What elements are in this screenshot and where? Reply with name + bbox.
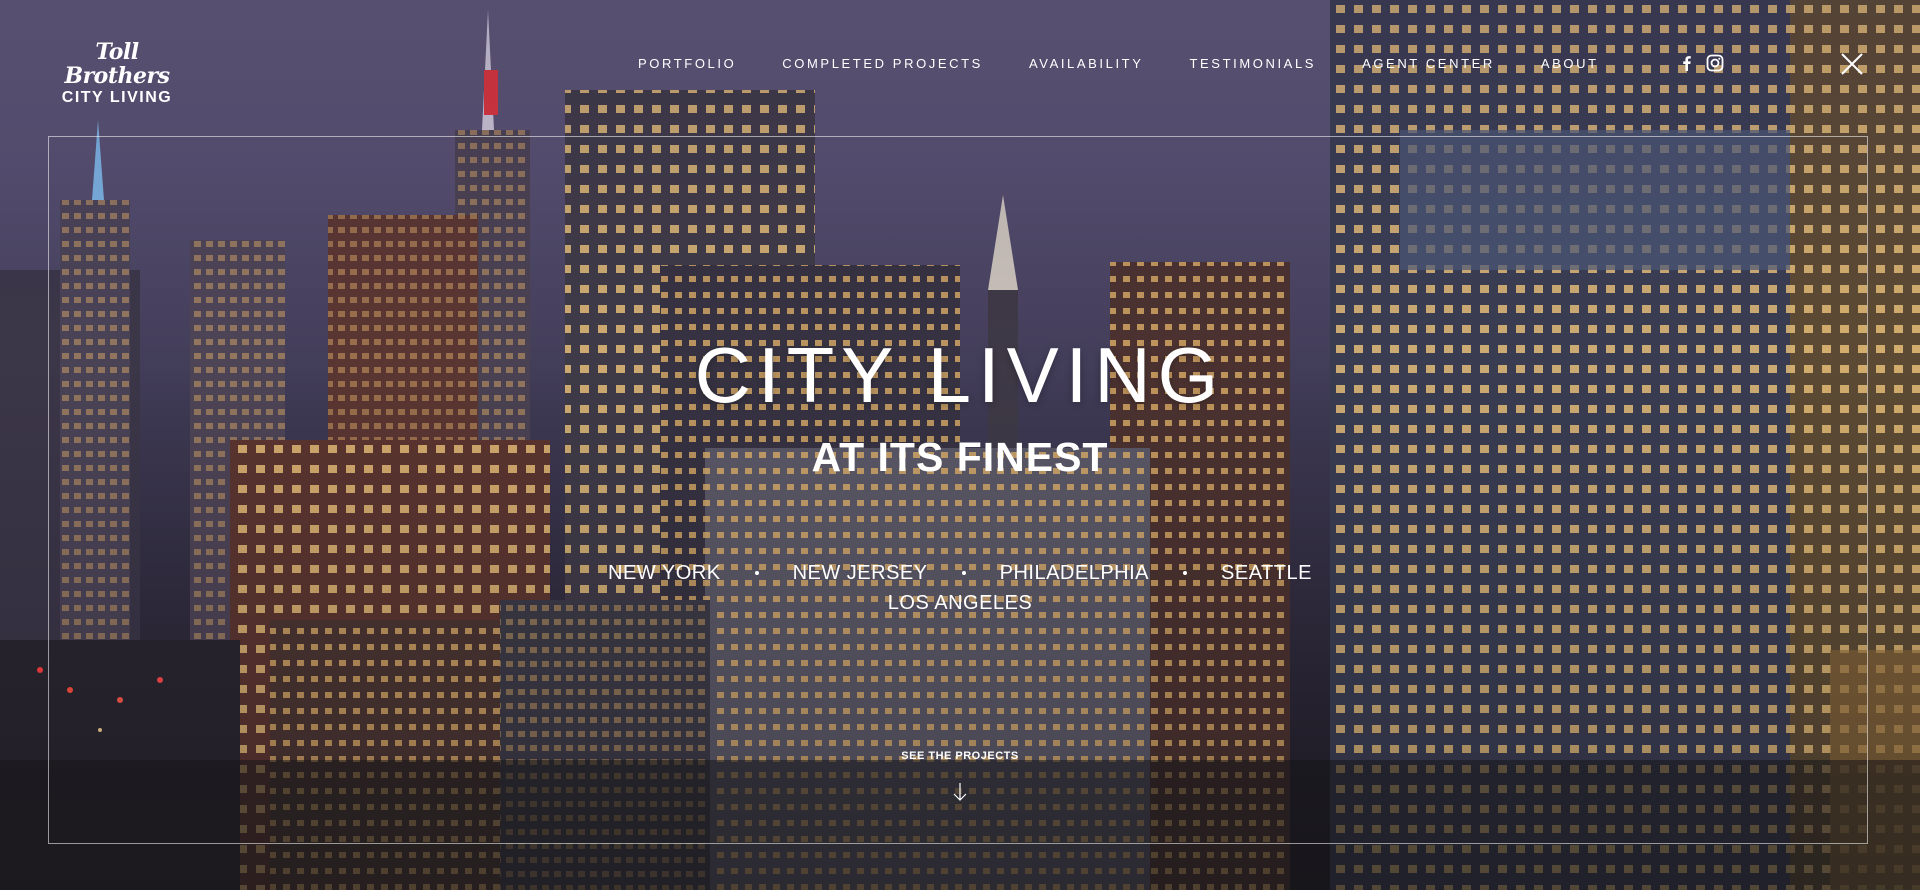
arrow-down-icon[interactable]	[952, 782, 968, 802]
close-icon[interactable]	[1840, 52, 1864, 76]
city-link-new-york[interactable]: NEW YORK	[608, 562, 721, 585]
logo-brand: Toll Brothers	[64, 39, 171, 89]
main-nav: PORTFOLIO COMPLETED PROJECTS AVAILABILIT…	[638, 56, 1645, 71]
cities-list: NEW YORK NEW JERSEY PHILADELPHIA SEATTLE…	[0, 558, 1920, 618]
city-link-seattle[interactable]: SEATTLE	[1221, 562, 1312, 585]
hero-frame	[48, 136, 1868, 844]
hero-title: CITY LIVING	[694, 331, 1226, 419]
cities-row-2: LOS ANGELES	[0, 588, 1920, 618]
see-projects-link[interactable]: SEE THE PROJECTS	[901, 750, 1018, 762]
logo-sub: CITY LIVING	[61, 89, 173, 106]
nav-availability[interactable]: AVAILABILITY	[1029, 56, 1144, 71]
facebook-icon[interactable]	[1678, 54, 1696, 72]
separator-dot	[754, 571, 759, 575]
hero-section: Toll Brothers CITY LIVING PORTFOLIO COMP…	[0, 0, 1920, 890]
cities-row-1: NEW YORK NEW JERSEY PHILADELPHIA SEATTLE	[0, 558, 1920, 588]
social-links	[1678, 54, 1724, 72]
city-link-philadelphia[interactable]: PHILADELPHIA	[1000, 562, 1149, 585]
separator-dot	[1183, 571, 1188, 575]
nav-about[interactable]: ABOUT	[1541, 56, 1599, 71]
logo[interactable]: Toll Brothers CITY LIVING	[42, 40, 192, 108]
instagram-icon[interactable]	[1706, 54, 1724, 72]
nav-testimonials[interactable]: TESTIMONIALS	[1190, 56, 1317, 71]
hero-subtitle: AT ITS FINEST	[811, 434, 1109, 480]
see-projects-cta: SEE THE PROJECTS	[0, 746, 1920, 802]
city-link-los-angeles[interactable]: LOS ANGELES	[888, 592, 1032, 615]
separator-dot	[961, 571, 966, 575]
nav-portfolio[interactable]: PORTFOLIO	[638, 56, 736, 71]
city-link-new-jersey[interactable]: NEW JERSEY	[793, 562, 928, 585]
nav-completed-projects[interactable]: COMPLETED PROJECTS	[782, 56, 983, 71]
nav-agent-center[interactable]: AGENT CENTER	[1362, 56, 1495, 71]
